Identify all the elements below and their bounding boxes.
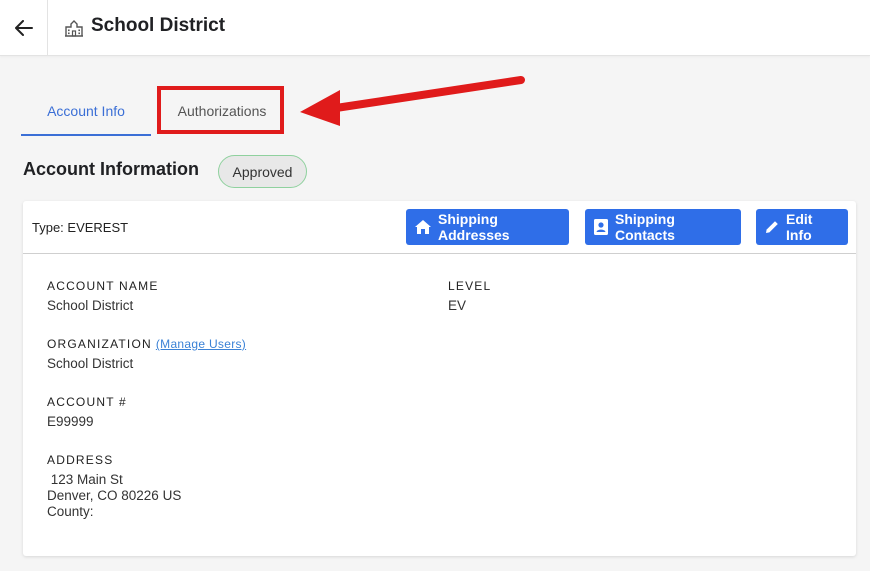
annotation-highlight-box [157,86,284,134]
page-title: School District [91,15,226,36]
level-value: EV [448,298,467,313]
shipping-addresses-button[interactable]: Shipping Addresses [406,209,569,245]
back-button[interactable] [0,0,48,55]
address-line-1: 123 Main St [47,472,123,487]
level-label: LEVEL [448,279,492,293]
account-type-label: Type: EVEREST [32,220,129,235]
account-number-value: E99999 [47,414,94,429]
account-number-label: ACCOUNT # [47,395,127,409]
address-label: ADDRESS [47,453,114,467]
manage-users-link[interactable]: (Manage Users) [156,337,246,351]
account-info-card: Type: EVEREST Shipping Addresses Shippin… [23,201,856,556]
status-badge: Approved [218,155,307,188]
card-toolbar: Type: EVEREST Shipping Addresses Shippin… [23,201,856,254]
top-header: School District [0,0,870,56]
account-name-value: School District [47,298,134,313]
organization-label-text: ORGANIZATION [47,337,152,351]
annotation-arrow [300,76,525,126]
house-icon [415,220,431,234]
section-title: Account Information [23,159,199,179]
organization-label: ORGANIZATION (Manage Users) [47,337,246,351]
account-name-label: ACCOUNT NAME [47,279,159,293]
organization-value: School District [47,356,134,371]
edit-info-label: Edit Info [786,211,813,243]
shipping-contacts-label: Shipping Contacts [615,211,675,243]
shipping-contacts-button[interactable]: Shipping Contacts [585,209,741,245]
address-line-2: Denver, CO 80226 US [47,488,182,503]
edit-info-button[interactable]: Edit Info [756,209,848,245]
arrow-left-icon [14,19,33,36]
contact-book-icon [594,219,608,235]
shipping-addresses-label: Shipping Addresses [438,211,510,243]
address-line-3: County: [47,504,94,519]
tab-account-info[interactable]: Account Info [21,90,151,136]
pencil-icon [766,221,778,233]
school-building-icon [65,20,83,37]
